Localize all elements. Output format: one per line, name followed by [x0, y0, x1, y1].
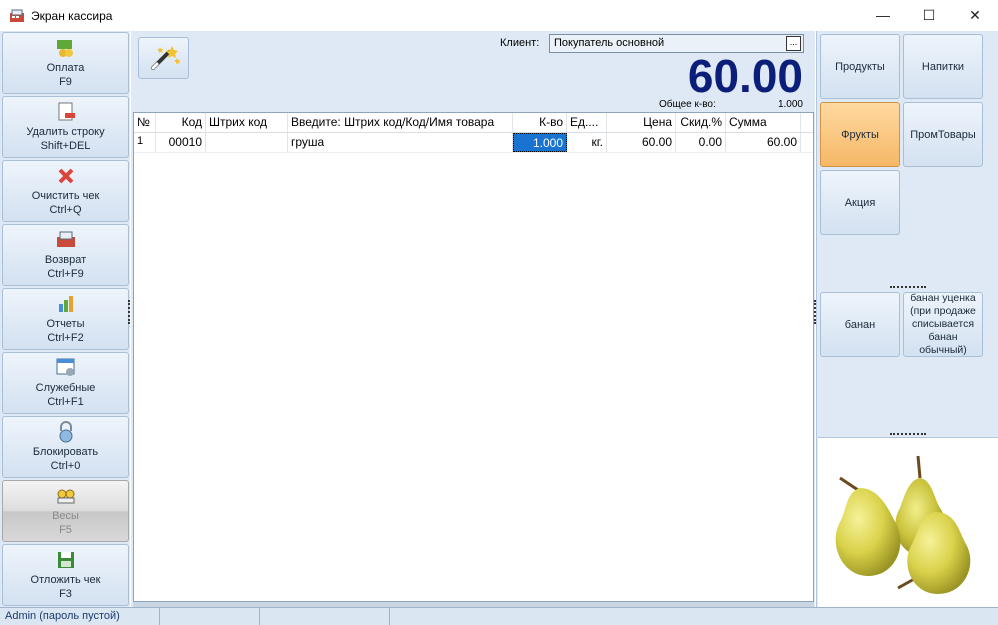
reports-hotkey: Ctrl+F2	[47, 332, 84, 344]
client-label: Клиент:	[500, 37, 540, 49]
receipt-panel: Клиент: Покупатель основной ... 60.00 Об…	[131, 31, 815, 607]
clear-icon	[55, 165, 77, 187]
col-header-unit[interactable]: Ед....	[567, 113, 607, 132]
defer-receipt-label: Отложить чек	[30, 574, 101, 586]
status-bar: Admin (пароль пустой)	[0, 607, 998, 625]
close-button[interactable]: ✕	[952, 0, 998, 30]
return-icon	[55, 229, 77, 251]
defer-receipt-button[interactable]: Отложить чек F3	[2, 544, 129, 606]
payment-hotkey: F9	[59, 76, 72, 88]
category-splitter[interactable]	[890, 286, 926, 289]
total-qty-value: 1.000	[777, 99, 803, 110]
cell-no: 1	[134, 133, 156, 152]
status-user: Admin (пароль пустой)	[0, 608, 160, 625]
lock-label: Блокировать	[32, 446, 99, 458]
payment-button[interactable]: Оплата F9	[2, 32, 129, 94]
save-icon	[55, 549, 77, 571]
category-drinks[interactable]: Напитки	[903, 34, 983, 99]
category-fruits[interactable]: Фрукты	[820, 102, 900, 167]
col-header-barcode[interactable]: Штрих код	[206, 113, 288, 132]
category-promo[interactable]: Акция	[820, 170, 900, 235]
reports-button[interactable]: Отчеты Ctrl+F2	[2, 288, 129, 350]
product-banana-discounted[interactable]: банан уценка (при продаже списывается ба…	[903, 292, 983, 357]
window-title: Экран кассира	[31, 8, 113, 23]
cell-barcode	[206, 133, 288, 152]
product-banana[interactable]: банан	[820, 292, 900, 357]
service-button[interactable]: Служебные Ctrl+F1	[2, 352, 129, 414]
category-industrial-goods[interactable]: ПромТовары	[903, 102, 983, 167]
return-hotkey: Ctrl+F9	[47, 268, 84, 280]
cell-qty[interactable]: 1.000	[513, 133, 567, 152]
defer-receipt-hotkey: F3	[59, 588, 72, 600]
col-header-code[interactable]: Код	[156, 113, 206, 132]
status-segment	[160, 608, 260, 625]
table-row[interactable]: 1 00010 груша 1.000 кг. 60.00 0.00 60.00	[134, 133, 813, 153]
clear-receipt-hotkey: Ctrl+Q	[49, 204, 82, 216]
cell-unit: кг.	[567, 133, 607, 152]
return-label: Возврат	[44, 254, 87, 266]
col-header-no[interactable]: №	[134, 113, 156, 132]
maximize-button[interactable]: ☐	[906, 0, 952, 30]
table-header: № Код Штрих код Введите: Штрих код/Код/И…	[134, 113, 813, 133]
minimize-button[interactable]: —	[860, 0, 906, 30]
clear-receipt-label: Очистить чек	[31, 190, 100, 202]
return-button[interactable]: Возврат Ctrl+F9	[2, 224, 129, 286]
cell-discount: 0.00	[676, 133, 726, 152]
left-action-panel: Оплата F9 Удалить строку Shift+DEL Очист…	[0, 31, 130, 607]
receipt-table[interactable]: № Код Штрих код Введите: Штрих код/Код/И…	[133, 112, 814, 602]
pear-image	[835, 455, 971, 594]
cashier-app-icon	[9, 8, 25, 24]
col-header-discount[interactable]: Скид.%	[676, 113, 726, 132]
lock-button[interactable]: Блокировать Ctrl+0	[2, 416, 129, 478]
reports-label: Отчеты	[46, 318, 85, 330]
payment-label: Оплата	[46, 62, 85, 74]
cell-code: 00010	[156, 133, 206, 152]
product-photo	[818, 437, 998, 607]
lock-hotkey: Ctrl+0	[50, 460, 81, 472]
delete-row-icon	[55, 101, 77, 123]
lock-icon	[55, 421, 77, 443]
cell-price: 60.00	[607, 133, 676, 152]
clear-receipt-button[interactable]: Очистить чек Ctrl+Q	[2, 160, 129, 222]
scales-hotkey: F5	[59, 524, 72, 536]
scales-label: Весы	[52, 510, 79, 522]
client-value: Покупатель основной	[554, 37, 665, 49]
cell-sum: 60.00	[726, 133, 801, 152]
reports-icon	[55, 293, 77, 315]
status-segment	[390, 608, 998, 625]
delete-row-label: Удалить строку	[26, 126, 105, 138]
service-icon	[55, 357, 77, 379]
category-products[interactable]: Продукты	[820, 34, 900, 99]
col-header-price[interactable]: Цена	[607, 113, 676, 132]
category-panel: Продукты Напитки Фрукты ПромТовары Акция…	[816, 31, 998, 607]
product-splitter[interactable]	[890, 433, 926, 436]
service-hotkey: Ctrl+F1	[47, 396, 84, 408]
cash-icon	[55, 37, 77, 59]
magic-wand-icon	[151, 46, 180, 70]
magic-wand-button[interactable]	[138, 37, 189, 79]
delete-row-button[interactable]: Удалить строку Shift+DEL	[2, 96, 129, 158]
scales-button[interactable]: Весы F5	[2, 480, 129, 542]
scales-icon	[55, 485, 77, 507]
status-segment	[260, 608, 390, 625]
total-qty-label: Общее к-во:	[659, 99, 716, 110]
client-browse-button[interactable]: ...	[786, 36, 801, 51]
receipt-total: 60.00	[687, 50, 803, 102]
delete-row-hotkey: Shift+DEL	[40, 140, 91, 152]
title-bar: Экран кассира — ☐ ✕	[0, 0, 998, 31]
col-header-sum[interactable]: Сумма	[726, 113, 801, 132]
col-header-qty[interactable]: К-во	[513, 113, 567, 132]
service-label: Служебные	[35, 382, 96, 394]
cell-name[interactable]: груша	[288, 133, 513, 152]
col-header-name[interactable]: Введите: Штрих код/Код/Имя товара	[288, 113, 513, 132]
